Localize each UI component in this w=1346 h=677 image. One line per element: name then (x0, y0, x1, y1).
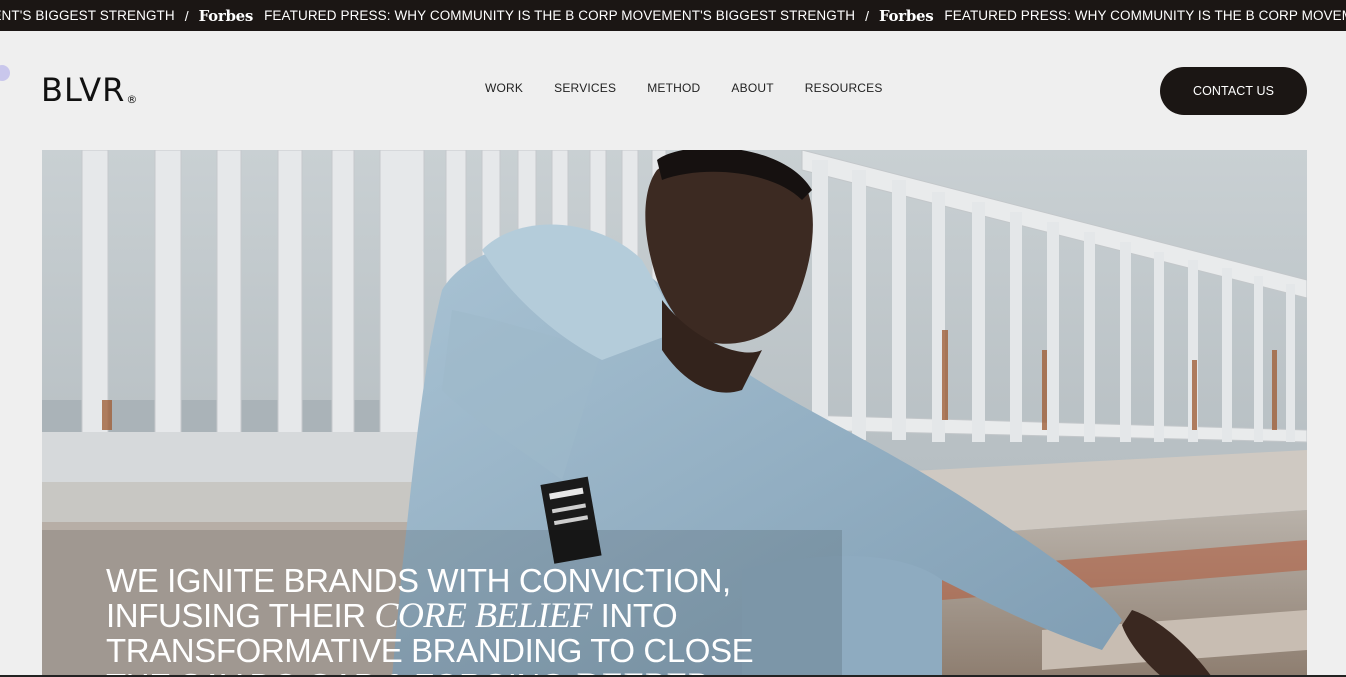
contact-us-button[interactable]: CONTACT US (1160, 67, 1307, 115)
main-nav: WORK SERVICES METHOD ABOUT RESOURCES (485, 81, 883, 95)
headline-line-3: TRANSFORMATIVE BRANDING TO CLOSE (106, 632, 754, 669)
cursor-dot (0, 65, 10, 81)
nav-services[interactable]: SERVICES (554, 81, 616, 95)
ticker-track: EMENT'S BIGGEST STRENGTH / Forbes FEATURED … (0, 0, 1346, 31)
headline-line-2: INFUSING THEIR CORE BELIEF INTO (106, 595, 678, 635)
nav-about[interactable]: ABOUT (731, 81, 773, 95)
ticker-text: FEATURED PRESS: WHY COMMUNITY IS THE B C… (944, 8, 1346, 23)
logo-text: BLVR (41, 71, 126, 109)
press-ticker[interactable]: EMENT'S BIGGEST STRENGTH / Forbes FEATURED … (0, 0, 1346, 31)
ticker-text: FEATURED PRESS: WHY COMMUNITY IS THE B C… (264, 8, 856, 23)
registered-mark-icon: ® (126, 93, 139, 106)
brand-logo[interactable]: BLVR ® (41, 71, 138, 109)
headline-line-1: WE IGNITE BRANDS WITH CONVICTION, (106, 562, 731, 599)
ticker-text: EMENT'S BIGGEST STRENGTH (0, 8, 175, 23)
nav-resources[interactable]: RESOURCES (805, 81, 883, 95)
forbes-logo: Forbes (198, 6, 254, 25)
ticker-separator: / (865, 7, 869, 24)
hero-banner: WE IGNITE BRANDS WITH CONVICTION, INFUSI… (42, 150, 1307, 677)
ticker-separator: / (184, 7, 189, 24)
forbes-logo: Forbes (878, 6, 934, 25)
hero-headline: WE IGNITE BRANDS WITH CONVICTION, INFUSI… (106, 563, 826, 677)
nav-method[interactable]: METHOD (647, 81, 700, 95)
nav-work[interactable]: WORK (485, 81, 523, 95)
